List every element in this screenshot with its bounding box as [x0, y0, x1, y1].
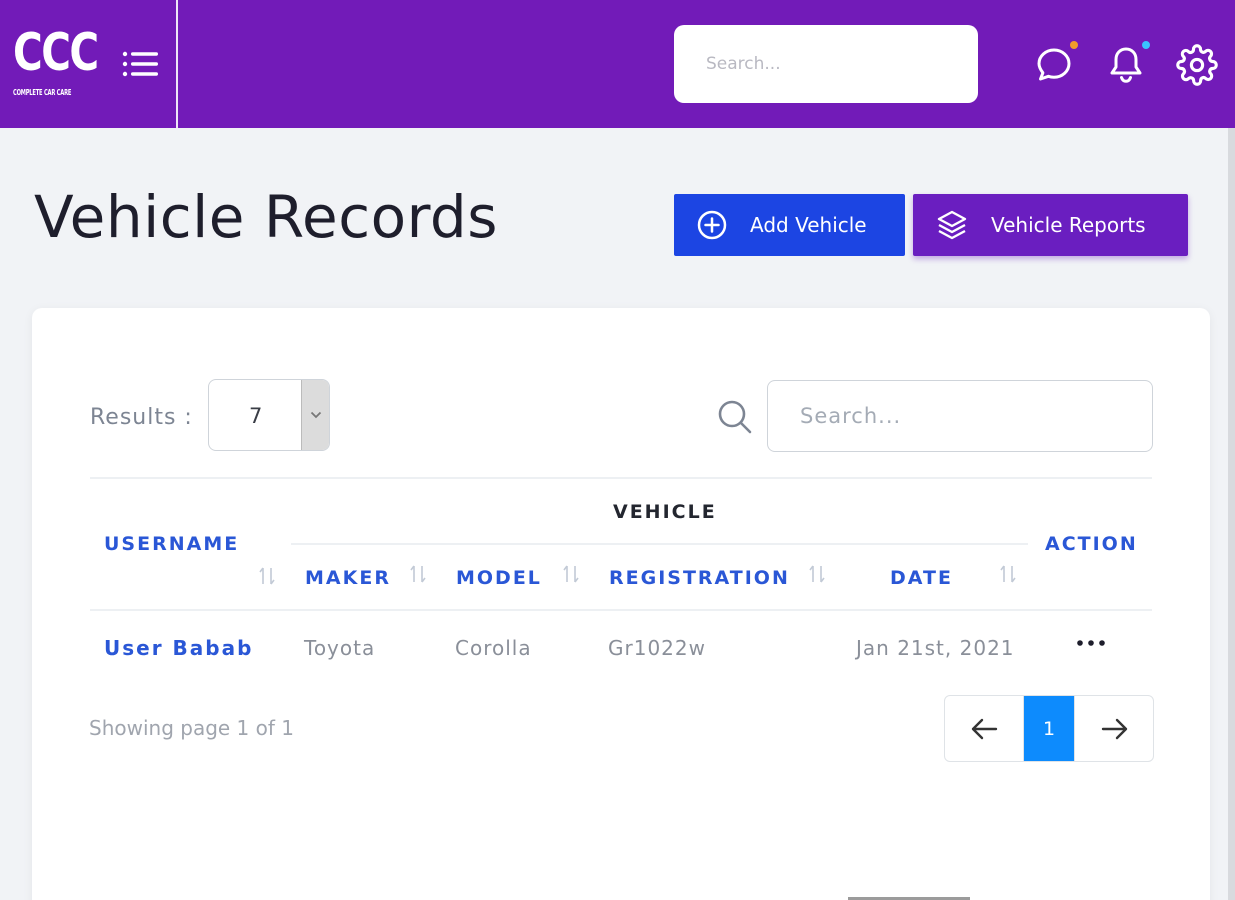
- add-vehicle-label: Add Vehicle: [750, 213, 867, 237]
- next-page-button[interactable]: [1074, 696, 1154, 761]
- vehicle-table: VEHICLE USERNAME MAKER MODEL REGISTRATIO…: [90, 477, 1152, 660]
- arrow-right-icon: [1101, 718, 1127, 739]
- column-header-registration[interactable]: REGISTRATION: [609, 567, 790, 589]
- column-header-action: ACTION: [1045, 533, 1138, 555]
- header-search-input[interactable]: [674, 25, 978, 103]
- pagination: 1: [944, 695, 1154, 762]
- brand-area: CCC COMPLETE CAR CARE: [0, 0, 178, 128]
- top-bar: CCC COMPLETE CAR CARE: [0, 0, 1235, 128]
- row-model: Corolla: [455, 636, 532, 660]
- row-date: Jan 21st, 2021: [856, 636, 1015, 660]
- arrow-left-icon: [971, 718, 998, 739]
- scrollbar-track[interactable]: [1228, 128, 1235, 900]
- chevron-down-icon[interactable]: [301, 380, 329, 450]
- results-label: Results :: [90, 405, 193, 430]
- column-header-model[interactable]: MODEL: [456, 567, 542, 589]
- table-divider: [90, 609, 1152, 611]
- vehicle-reports-button[interactable]: Vehicle Reports: [913, 194, 1188, 256]
- chat-icon[interactable]: [1034, 41, 1078, 86]
- column-header-username[interactable]: USERNAME: [104, 533, 239, 555]
- chat-notification-dot: [1070, 41, 1078, 49]
- page-1-button[interactable]: 1: [1024, 696, 1074, 761]
- logo-text: CCC: [13, 23, 99, 83]
- plus-circle-icon: [697, 210, 727, 240]
- column-header-date[interactable]: DATE: [890, 567, 953, 589]
- logo[interactable]: CCC COMPLETE CAR CARE: [13, 23, 99, 106]
- table-divider: [291, 543, 1028, 545]
- logo-tagline: COMPLETE CAR CARE: [13, 88, 72, 97]
- vehicle-reports-label: Vehicle Reports: [991, 213, 1146, 237]
- previous-page-button[interactable]: [945, 696, 1024, 761]
- more-actions-icon[interactable]: [1075, 633, 1111, 653]
- menu-icon[interactable]: [121, 50, 161, 82]
- layers-icon: [937, 210, 967, 240]
- sort-icon[interactable]: [806, 563, 828, 585]
- results-per-page-select[interactable]: 7: [208, 379, 330, 451]
- add-vehicle-button[interactable]: Add Vehicle: [674, 194, 905, 256]
- results-value: 7: [249, 404, 263, 428]
- table-divider: [90, 477, 1152, 479]
- sort-icon[interactable]: [256, 565, 278, 587]
- vehicle-group-header: VEHICLE: [613, 501, 717, 523]
- sort-icon[interactable]: [407, 563, 429, 585]
- records-card: Results : 7 VEHICLE USERNAME MAKER MODEL: [32, 308, 1210, 900]
- pagination-status: Showing page 1 of 1: [89, 716, 294, 740]
- row-maker: Toyota: [304, 636, 376, 660]
- sort-icon[interactable]: [997, 563, 1019, 585]
- bell-notification-dot: [1142, 41, 1150, 49]
- sort-icon[interactable]: [560, 563, 582, 585]
- row-username[interactable]: User Babab: [104, 636, 253, 660]
- page-title: Vehicle Records: [34, 183, 498, 251]
- table-search-input[interactable]: [767, 380, 1153, 452]
- column-header-maker[interactable]: MAKER: [305, 567, 391, 589]
- gear-icon[interactable]: [1176, 44, 1218, 86]
- row-registration: Gr1022w: [608, 636, 706, 660]
- current-page-number: 1: [1042, 717, 1056, 740]
- search-icon[interactable]: [716, 398, 754, 436]
- bell-icon[interactable]: [1105, 41, 1150, 86]
